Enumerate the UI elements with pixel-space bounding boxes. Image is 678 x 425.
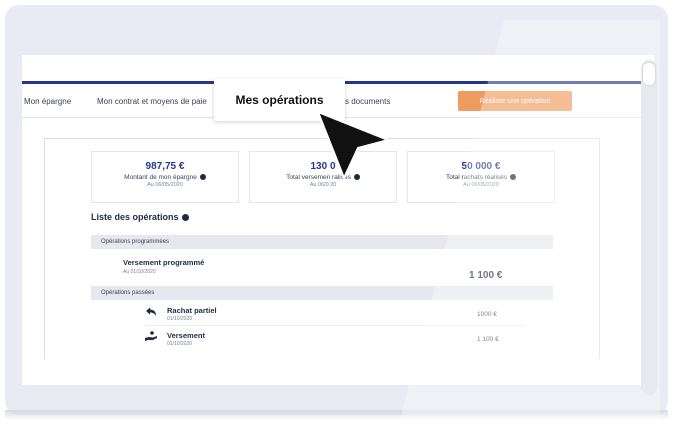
undo-arrow-icon <box>146 307 156 316</box>
info-icon[interactable] <box>181 214 189 222</box>
info-icon[interactable] <box>199 174 206 181</box>
past-row-date: 01/10/2020 <box>167 341 193 347</box>
card-date: Au 06/0 20 <box>309 182 337 188</box>
past-row-title[interactable]: Versement <box>167 331 205 340</box>
card-label: Montant de mon épargne <box>92 174 238 181</box>
past-row-title[interactable]: Rachat partiel <box>167 306 217 315</box>
scheduled-row-title[interactable]: Versement programmé <box>123 258 204 267</box>
operations-title: Liste des opérations <box>91 212 189 222</box>
summary-card-epargne: 987,75 € Montant de mon épargne Au 06/05… <box>91 151 239 203</box>
card-date: Au 06/05/2020 <box>147 182 183 188</box>
hand-deposit-icon <box>145 331 157 341</box>
card-amount: 987,75 € <box>145 161 185 172</box>
past-row-date: 01/10/2020 <box>167 316 193 322</box>
mouse-cursor-icon <box>316 110 390 181</box>
nav-item-documents[interactable]: s documents <box>345 97 390 106</box>
scheduled-row-date: Au 01/10/2020 <box>123 269 156 275</box>
nav-item-epargne[interactable]: Mon épargne <box>24 97 71 106</box>
nav-item-contrat[interactable]: Mon contrat et moyens de paie <box>97 97 207 106</box>
